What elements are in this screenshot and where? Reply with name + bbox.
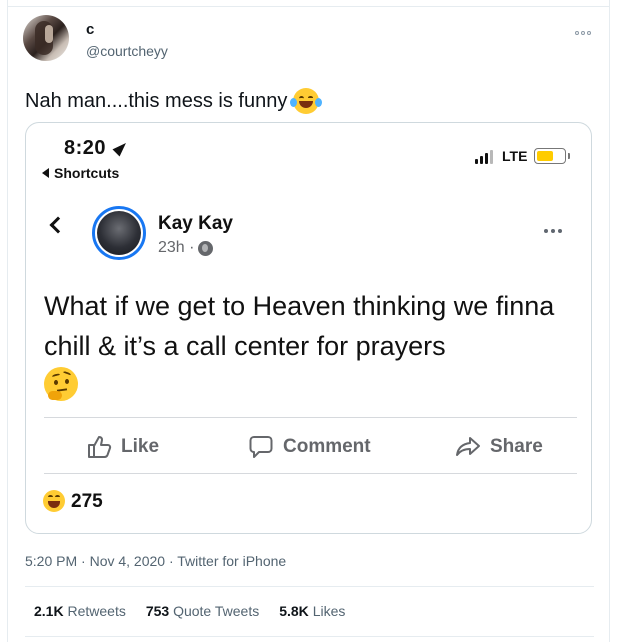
tweet-text: Nah man....this mess is funny [25,88,323,114]
more-dot [581,31,585,35]
column-border-top [7,6,610,7]
more-dot [575,31,579,35]
embedded-image-card[interactable]: 8:20 Shortcuts LTE Kay Kay 23h · What if… [25,122,592,534]
network-type-label: LTE [502,148,528,164]
actions-divider-bottom [44,473,577,474]
tweet-text-body: Nah man....this mess is funny [25,90,288,112]
column-border-right [609,0,610,642]
comment-label: Comment [283,436,371,457]
post-meta: 23h · [158,239,214,257]
tears-of-joy-emoji-icon [290,88,323,114]
more-options-icon[interactable] [575,28,595,38]
post-text: What if we get to Heaven thinking we fin… [44,291,555,361]
quote-tweets-stat[interactable]: 753 Quote Tweets [146,603,259,619]
share-arrow-icon [456,437,480,456]
actions-divider-top [44,417,577,418]
globe-icon [198,240,214,256]
battery-level-fill [537,151,554,161]
back-to-app-link: Shortcuts [42,165,119,181]
post-author-name: Kay Kay [158,213,233,234]
more-dot [587,31,591,35]
likes-stat[interactable]: 5.8K Likes [279,603,345,619]
retweets-stat[interactable]: 2.1K Retweets [34,603,126,619]
like-label: Like [121,436,160,457]
back-app-label: Shortcuts [54,165,120,181]
author-avatar[interactable] [23,15,69,61]
post-time-ago: 23h · [158,239,195,256]
battery-cap [568,153,570,159]
tweet-timestamp-source[interactable]: 5:20 PM · Nov 4, 2020 · Twitter for iPho… [25,553,286,569]
share-label: Share [490,436,543,457]
stats-divider-top [25,586,594,587]
status-time-text: 8:20 [64,137,107,159]
signal-strength-icon [475,150,493,164]
location-arrow-icon [112,139,130,156]
like-action: Like [86,434,159,460]
author-handle[interactable]: @courtcheyy [86,42,168,60]
reaction-count: 275 [71,491,103,512]
stats-divider-bottom [25,636,594,637]
comment-bubble-icon [249,436,273,458]
phone-status-time: 8:20 [64,137,130,160]
laughing-reaction-icon [43,490,65,512]
back-chevron-icon [49,216,67,234]
thinking-face-emoji-icon [44,367,78,401]
avatar-photo-highlight [45,25,53,43]
post-more-icon [544,229,562,233]
battery-icon [534,148,566,164]
thumbs-up-icon [88,436,112,458]
post-author-avatar [92,206,146,260]
column-border-left [7,0,8,642]
comment-action: Comment [248,434,371,460]
share-action: Share [455,434,543,460]
back-triangle-icon [42,168,49,178]
author-display-name[interactable]: c [86,21,94,39]
engagement-stats: 2.1K Retweets 753 Quote Tweets 5.8K Like… [34,603,345,619]
